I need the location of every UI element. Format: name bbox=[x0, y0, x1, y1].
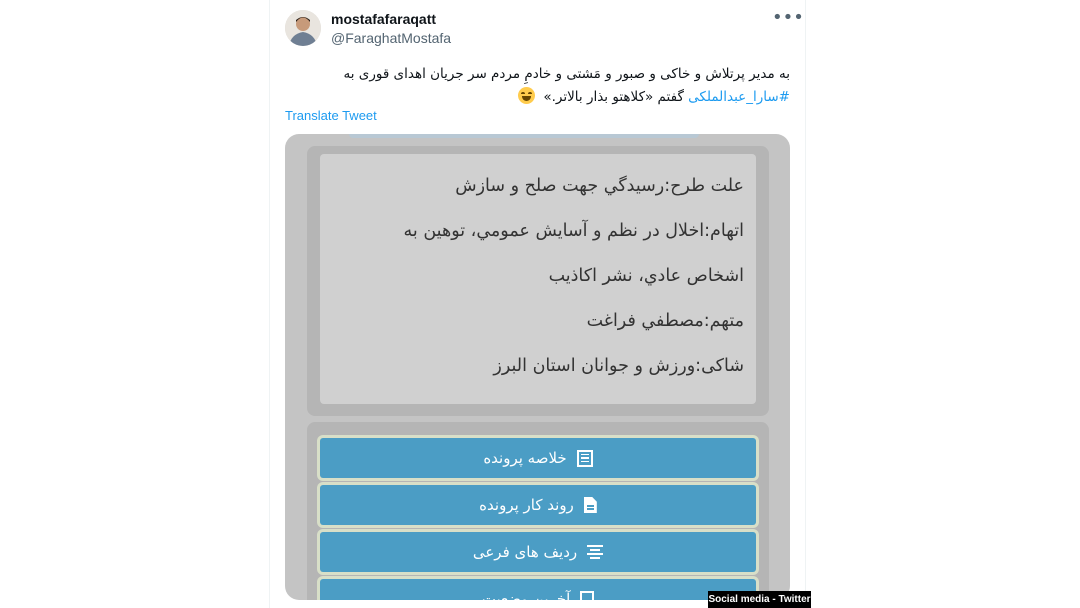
tweet-media-image[interactable]: علت طرح:رسيدگي جهت صلح و سازش اتهام:اخلا… bbox=[285, 134, 790, 600]
last-status-label: آخرین وضعیت bbox=[481, 590, 571, 600]
case-process-button[interactable]: روند کار پرونده bbox=[320, 485, 756, 525]
case-accused-line: متهم:مصطفي فراغت bbox=[586, 311, 744, 331]
file-icon bbox=[583, 497, 597, 513]
case-charge-line-cont: اشخاص عادي، نشر اكاذيب bbox=[548, 266, 744, 286]
document-icon bbox=[580, 590, 595, 600]
tweet-text-rest: گفتم «کلاهتو بذار بالاتر.» bbox=[543, 89, 689, 105]
align-center-icon bbox=[587, 544, 604, 561]
case-charge-line: اتهام:اخلال در نظم و آسايش عمومي، توهين … bbox=[403, 221, 744, 241]
user-handle[interactable]: @FaraghatMostafa bbox=[331, 28, 451, 48]
case-info-frame: علت طرح:رسيدگي جهت صلح و سازش اتهام:اخلا… bbox=[307, 146, 769, 416]
media-top-edge bbox=[349, 134, 699, 138]
author-block: mostafafaraqatt @FaraghatMostafa bbox=[331, 10, 451, 48]
translate-tweet-link[interactable]: Translate Tweet bbox=[285, 107, 377, 125]
list-icon bbox=[576, 449, 593, 467]
case-summary-button[interactable]: خلاصه پرونده bbox=[320, 438, 756, 478]
more-options-icon[interactable]: ••• bbox=[772, 8, 804, 28]
sub-rows-label: رديف هاى فرعى bbox=[472, 543, 578, 561]
grinning-face-emoji-icon bbox=[518, 87, 536, 104]
avatar[interactable] bbox=[285, 10, 321, 46]
case-summary-label: خلاصه پرونده bbox=[483, 449, 567, 467]
sub-rows-button[interactable]: رديف هاى فرعى bbox=[320, 532, 756, 572]
case-process-label: روند کار پرونده bbox=[479, 496, 574, 514]
tweet-card: mostafafaraqatt @FaraghatMostafa ••• به … bbox=[269, 0, 806, 608]
last-status-button[interactable]: آخرین وضعیت bbox=[320, 579, 756, 600]
display-name[interactable]: mostafafaraqatt bbox=[331, 10, 451, 28]
hashtag-link[interactable]: #سارا_عبدالملکی bbox=[688, 89, 790, 105]
case-info-panel: علت طرح:رسيدگي جهت صلح و سازش اتهام:اخلا… bbox=[320, 154, 756, 404]
case-buttons-frame: خلاصه پرونده روند کار پرونده رديف هاى فر… bbox=[307, 422, 769, 600]
case-reason-line: علت طرح:رسيدگي جهت صلح و سازش bbox=[455, 176, 744, 196]
case-plaintiff-line: شاكی:ورزش و جوانان استان البرز bbox=[493, 356, 744, 376]
source-watermark: Social media - Twitter bbox=[708, 591, 811, 608]
